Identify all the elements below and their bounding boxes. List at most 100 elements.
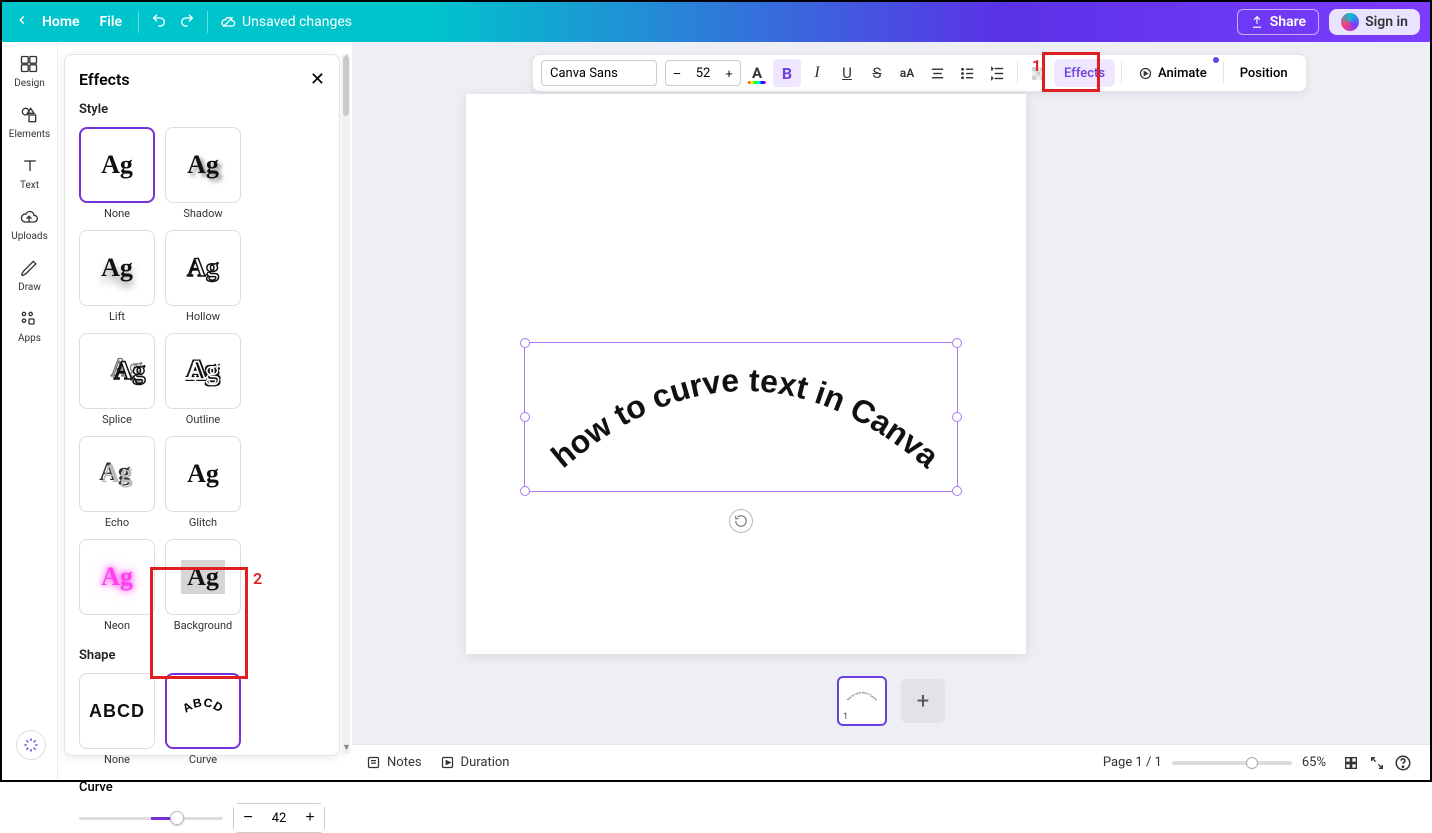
tile-label: Echo <box>105 516 129 529</box>
style-tile-splice[interactable]: Splice <box>79 333 155 426</box>
tile-label: Background <box>174 619 232 632</box>
tile-label: None <box>104 207 130 220</box>
effects-button[interactable]: Effects <box>1054 59 1115 87</box>
redo-icon[interactable] <box>173 12 201 32</box>
font-size-decrement[interactable]: − <box>666 66 688 81</box>
text-icon <box>20 156 40 176</box>
rail-item-design[interactable]: Design <box>14 54 45 89</box>
close-icon[interactable]: ✕ <box>310 69 325 90</box>
share-button[interactable]: Share <box>1237 9 1319 35</box>
transparency-icon <box>1030 65 1047 82</box>
resize-handle-tl[interactable] <box>520 338 530 348</box>
tile-label: Hollow <box>186 310 220 323</box>
bold-button[interactable]: B <box>773 59 801 87</box>
curve-value: 42 <box>262 811 296 826</box>
animate-button[interactable]: Animate <box>1128 59 1217 87</box>
notes-label: Notes <box>387 755 422 770</box>
duration-label: Duration <box>461 755 510 770</box>
file-button[interactable]: File <box>90 10 133 34</box>
style-grid: AgNone AgShadow AgLift AgHollow Splice A… <box>79 127 325 632</box>
rail-item-draw[interactable]: Draw <box>18 258 41 293</box>
shape-tile-curve[interactable]: ABCD Curve <box>165 673 241 766</box>
share-icon <box>1250 15 1264 29</box>
rail-label: Design <box>14 78 45 89</box>
rail-label: Apps <box>18 333 41 344</box>
svg-text:how to curve text in Canva: how to curve text in Canva <box>544 362 946 475</box>
position-button[interactable]: Position <box>1230 59 1298 87</box>
svg-text:ABCD: ABCD <box>180 696 226 715</box>
style-heading: Style <box>79 102 325 117</box>
uppercase-button[interactable]: aA <box>893 59 921 87</box>
style-tile-background[interactable]: AgBackground <box>165 539 241 632</box>
transparency-button[interactable] <box>1024 59 1052 87</box>
rail-item-elements[interactable]: Elements <box>9 105 50 140</box>
strikethrough-button[interactable]: S <box>863 59 891 87</box>
draw-icon <box>20 258 40 278</box>
undo-icon[interactable] <box>145 12 173 32</box>
text-selection-box[interactable]: how to curve text in Canva <box>524 342 958 492</box>
back-chevron-icon[interactable] <box>12 13 32 31</box>
tile-label: Glitch <box>189 516 217 529</box>
curve-control: Curve − 42 + <box>79 780 325 833</box>
elements-icon <box>19 105 39 125</box>
font-picker[interactable]: Canva Sans <box>541 60 657 86</box>
style-tile-hollow[interactable]: AgHollow <box>165 230 241 323</box>
scroll-down-icon[interactable]: ▼ <box>342 744 350 754</box>
page-thumbnail-1[interactable]: how to curve text in Canva 1 <box>837 676 887 726</box>
align-button[interactable] <box>923 59 951 87</box>
add-page-button[interactable]: + <box>901 679 945 723</box>
help-button[interactable] <box>1390 750 1416 776</box>
animate-icon <box>1138 66 1153 81</box>
rotate-handle[interactable] <box>729 509 753 533</box>
resize-handle-tr[interactable] <box>952 338 962 348</box>
notes-button[interactable]: Notes <box>366 755 422 770</box>
curve-slider[interactable] <box>79 808 223 828</box>
rail-label: Elements <box>9 129 50 140</box>
list-button[interactable] <box>953 59 981 87</box>
style-tile-lift[interactable]: AgLift <box>79 230 155 323</box>
rotate-icon <box>734 514 748 528</box>
style-tile-shadow[interactable]: AgShadow <box>165 127 241 220</box>
grid-view-button[interactable] <box>1338 750 1364 776</box>
font-color-button[interactable]: A <box>743 59 771 87</box>
curve-decrement-button[interactable]: − <box>234 804 262 832</box>
font-size-increment[interactable]: + <box>718 66 740 81</box>
style-tile-outline[interactable]: AgOutline <box>165 333 241 426</box>
page-indicator: Page 1 / 1 <box>1103 755 1162 770</box>
style-tile-none[interactable]: AgNone <box>79 127 155 220</box>
panel-scrollbar[interactable]: ▲ ▼ <box>342 54 350 754</box>
signin-button[interactable]: Sign in <box>1329 9 1420 35</box>
shape-heading: Shape <box>79 648 325 663</box>
font-size-value: 52 <box>688 66 718 81</box>
spacing-button[interactable] <box>983 59 1011 87</box>
scroll-thumb[interactable] <box>343 56 349 116</box>
curved-text[interactable]: how to curve text in Canva <box>519 351 971 501</box>
tile-label: Curve <box>189 753 217 766</box>
underline-button[interactable]: U <box>833 59 861 87</box>
magic-button[interactable] <box>16 730 46 760</box>
style-tile-glitch[interactable]: AgGlitch <box>165 436 241 529</box>
style-tile-echo[interactable]: AgEcho <box>79 436 155 529</box>
fullscreen-button[interactable] <box>1364 750 1390 776</box>
left-rail: Design Elements Text Uploads Draw Apps <box>2 42 58 780</box>
home-button[interactable]: Home <box>32 10 90 34</box>
duration-button[interactable]: Duration <box>440 755 510 770</box>
animate-notification-dot <box>1213 57 1219 63</box>
curve-increment-button[interactable]: + <box>296 804 324 832</box>
font-size-group: − 52 + <box>665 60 741 86</box>
unsaved-status[interactable]: Unsaved changes <box>220 14 352 30</box>
rail-item-apps[interactable]: Apps <box>18 309 41 344</box>
rail-item-uploads[interactable]: Uploads <box>11 207 47 242</box>
rail-label: Uploads <box>11 231 47 242</box>
animate-label: Animate <box>1158 66 1207 81</box>
rail-item-text[interactable]: Text <box>20 156 40 191</box>
italic-button[interactable]: I <box>803 59 831 87</box>
uploads-icon <box>19 207 39 227</box>
shape-tile-none[interactable]: ABCDNone <box>79 673 155 766</box>
canvas-page[interactable]: how to curve text in Canva <box>466 94 1026 654</box>
style-tile-neon[interactable]: AgNeon <box>79 539 155 632</box>
zoom-slider[interactable] <box>1172 761 1292 765</box>
page-number: 1 <box>843 712 848 722</box>
separator <box>207 11 208 33</box>
tile-label: None <box>104 753 130 766</box>
